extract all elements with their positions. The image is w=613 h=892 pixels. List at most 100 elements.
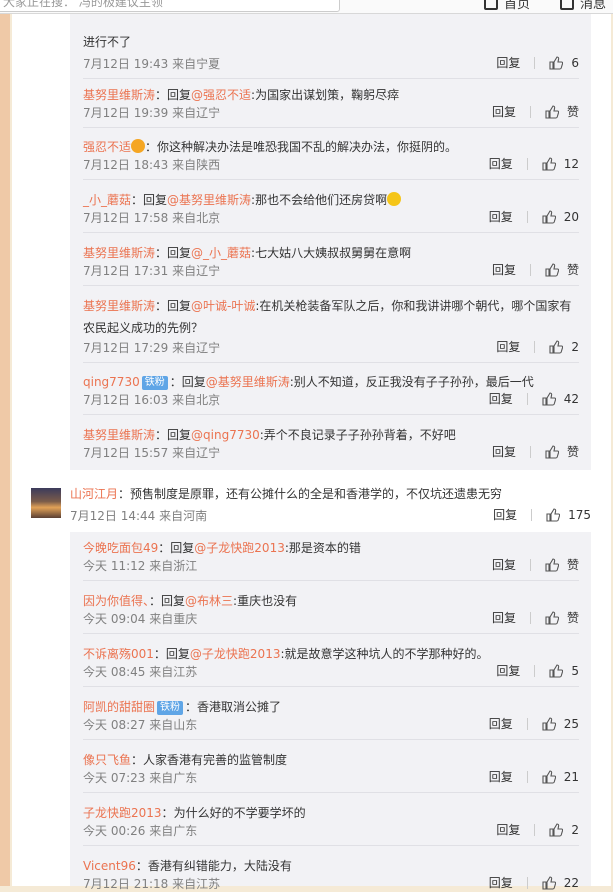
reply-prefix: ： [161,806,174,820]
username-link[interactable]: 强忍不适 [83,140,131,154]
divider [529,445,531,458]
comment-actions: 回复 21 [489,768,579,785]
timestamp: 今天 00:26 来自广东 [83,824,198,838]
like-icon[interactable] [549,339,564,354]
reply-body: :就是故意学这种坑人的不学那种好的。 [280,647,489,661]
username-link[interactable]: 阿凯的甜甜圈 [83,700,155,714]
mention-link[interactable]: @基努里维斯涛 [167,193,251,207]
divider [534,340,536,353]
like-icon[interactable] [542,875,556,890]
page-background-strip [0,14,10,886]
reply-button[interactable]: 回复 [489,715,513,732]
reply-text: 进行不了 [83,35,132,49]
reply-button[interactable]: 回复 [492,556,516,573]
nav-messages[interactable]: 消息 [560,0,606,12]
comment-actions: 回复 22 [489,874,579,891]
comment-actions: 回复 赞 [492,103,579,120]
reply-button[interactable]: 回复 [489,768,513,785]
mention-link[interactable]: @强忍不适 [191,88,251,102]
like-icon[interactable] [549,663,564,678]
username-link[interactable]: Vicent96 [83,859,136,873]
username-link[interactable]: 今晚吃面包49 [83,541,158,555]
avatar[interactable] [31,488,61,518]
home-icon [484,0,498,10]
reply-body: :别人不知道，反正我没有子子孙孙，最后一代 [289,375,534,389]
reply-button[interactable]: 回复 [492,609,516,626]
like-icon[interactable] [545,610,559,625]
reply-button[interactable]: 回复 [492,103,516,120]
username-link[interactable]: _小_蘑菇 [83,193,131,207]
like-icon[interactable] [549,822,564,837]
username-link[interactable]: 基努里维斯涛 [83,428,155,442]
username-link[interactable]: 山河江月 [70,487,118,501]
reply-button[interactable]: 回复 [489,874,513,891]
like-icon[interactable] [542,716,556,731]
reply-body: 你这种解决办法是唯恐我国不乱的解决办法，你挺阴的。 [157,140,458,154]
like-icon[interactable] [546,507,561,522]
reply-button[interactable]: 回复 [496,54,520,71]
reply-button[interactable]: 回复 [493,506,517,523]
reply-item: 基努里维斯涛：回复@强忍不适:为国家出谋划策，鞠躬尽瘁 7月12日 19:39 来… [83,84,579,128]
like-icon[interactable] [542,156,556,171]
nav-home[interactable]: 首页 [484,0,530,12]
like-count: 赞 [566,105,579,119]
timestamp: 7月12日 18:43 来自陕西 [83,158,221,172]
username-link[interactable]: 因为你值得、 [83,594,149,608]
mention-link[interactable]: @基努里维斯涛 [206,375,290,389]
reply-prefix: ：回复 [155,428,192,442]
like-count: 175 [568,507,591,522]
like-count: 2 [571,339,579,354]
username-link[interactable]: qing7730 [83,375,140,389]
like-icon[interactable] [545,104,559,119]
reply-button[interactable]: 回复 [489,155,513,172]
reply-button[interactable]: 回复 [489,208,513,225]
username-link[interactable]: 基努里维斯涛 [83,88,155,102]
nav-messages-label: 消息 [580,0,607,12]
like-count: 赞 [566,263,579,277]
reply-body: :那也不会给他们还房贷啊 [251,193,388,207]
username-link[interactable]: 基努里维斯涛 [83,246,155,260]
divider [83,179,579,180]
comment-body: ：预售制度是原罪，还有公摊什么的全是和香港学的，不仅坑还遗患无穷 [118,487,503,501]
like-icon[interactable] [545,557,559,572]
mention-link[interactable]: @子龙快跑2013 [194,541,285,555]
comment-actions: 回复 赞 [492,261,579,278]
reply-item: 强忍不适 ：你这种解决办法是唯恐我国不乱的解决办法，你挺阴的。 7月12日 18:4… [83,136,579,180]
mention-link[interactable]: @布林三 [185,594,233,608]
reply-button[interactable]: 回复 [496,821,520,838]
username-link[interactable]: 子龙快跑2013 [83,806,162,820]
username-link[interactable]: 不诉离殇001 [83,647,154,661]
comment-actions: 回复 赞 [492,609,579,626]
timestamp: 今天 08:27 来自山东 [83,718,198,732]
like-icon[interactable] [545,262,559,277]
divider [83,686,579,687]
reply-prefix: ： [131,753,144,767]
mention-link[interactable]: @_小_蘑菇 [191,246,251,260]
divider [83,739,579,740]
search-input[interactable]: 大家正在搜： 冯的极建议主领 [0,0,340,12]
mention-link[interactable]: @qing7730 [191,428,260,442]
reply-button[interactable]: 回复 [496,338,520,355]
timestamp: 7月12日 19:39 来自辽宁 [83,106,221,120]
like-icon[interactable] [542,769,556,784]
reply-button[interactable]: 回复 [492,261,516,278]
like-icon[interactable] [545,444,559,459]
like-count: 22 [563,875,579,890]
like-icon[interactable] [549,55,564,70]
reply-button[interactable]: 回复 [492,443,516,460]
username-link[interactable]: 像只飞鱼 [83,753,131,767]
reply-button[interactable]: 回复 [489,390,513,407]
reply-body: 为什么好的不学要学坏的 [173,806,306,820]
reply-prefix: ：回复 [153,647,190,661]
like-icon[interactable] [542,209,556,224]
reply-item: 进行不了 7月12日 19:43 来自宁夏 回复 6 [83,31,579,79]
reply-text: 基努里维斯涛：回复@叶诚-叶诚:在机关枪装备军队之后，你和我讲讲哪个朝代，哪个国… [83,295,579,317]
mention-link[interactable]: @叶诚-叶诚 [191,299,255,313]
reply-prefix: ：回复 [155,299,192,313]
username-link[interactable]: 基努里维斯涛 [83,299,155,313]
reply-button[interactable]: 回复 [496,662,520,679]
like-count: 21 [563,769,579,784]
like-icon[interactable] [542,391,556,406]
mention-link[interactable]: @子龙快跑2013 [190,647,281,661]
timestamp: 7月12日 17:58 来自北京 [83,211,221,225]
